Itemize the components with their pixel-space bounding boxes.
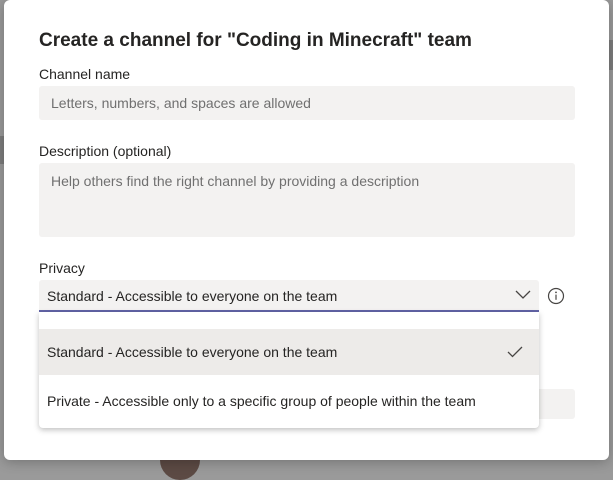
privacy-option-standard[interactable]: Standard - Accessible to everyone on the… [39, 329, 539, 375]
chevron-down-icon[interactable] [515, 288, 531, 300]
description-textarea[interactable] [39, 163, 575, 237]
channel-name-input[interactable] [39, 86, 575, 120]
checkmark-icon [507, 346, 523, 358]
privacy-dropdown-value: Standard - Accessible to everyone on the… [47, 288, 338, 304]
backdrop-strip [609, 40, 613, 70]
channel-name-label: Channel name [39, 66, 131, 82]
privacy-option-private[interactable]: Private - Accessible only to a specific … [39, 378, 539, 424]
create-channel-dialog: Create a channel for "Coding in Minecraf… [4, 0, 609, 460]
info-icon[interactable] [547, 287, 565, 305]
privacy-options-menu: Standard - Accessible to everyone on the… [39, 312, 539, 428]
privacy-dropdown[interactable]: Standard - Accessible to everyone on the… [39, 280, 539, 312]
privacy-option-label: Standard - Accessible to everyone on the… [47, 344, 338, 360]
privacy-option-label: Private - Accessible only to a specific … [47, 393, 476, 409]
description-label: Description (optional) [39, 143, 172, 159]
dialog-title: Create a channel for "Coding in Minecraf… [39, 30, 472, 51]
privacy-label: Privacy [39, 260, 85, 276]
